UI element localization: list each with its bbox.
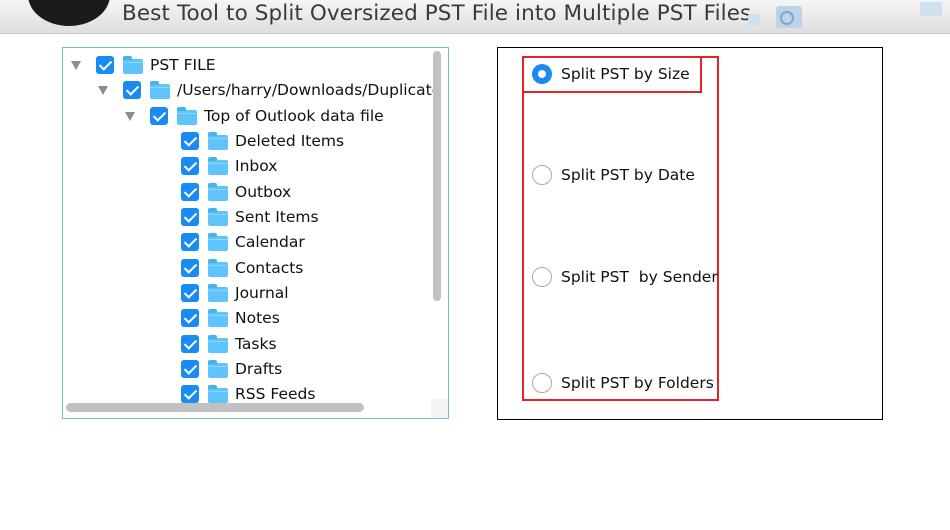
header-title: Best Tool to Split Oversized PST File in… — [122, 1, 752, 26]
folder-icon — [208, 359, 228, 378]
option-label: Split PST by Date — [561, 166, 695, 184]
tree-item-label: Deleted Items — [235, 132, 345, 150]
scroll-corner — [431, 399, 448, 418]
folder-icon — [208, 308, 228, 327]
vertical-scroll-thumb[interactable] — [433, 51, 441, 301]
tree-row-journal[interactable]: Journal — [181, 281, 289, 305]
folder-icon — [208, 232, 228, 251]
tree-row-top-of-outlook[interactable]: Top of Outlook data file — [125, 104, 384, 128]
option-split-by-size[interactable]: Split PST by Size — [532, 62, 690, 86]
triangle-down-icon[interactable] — [125, 111, 135, 121]
options-highlight-frame — [522, 56, 719, 401]
folder-icon — [208, 258, 228, 277]
option-label: Split PST by Folders — [561, 374, 714, 392]
tree-checkbox[interactable] — [150, 107, 168, 125]
tree-item-label: Sent Items — [235, 208, 319, 226]
tree-item-label: PST FILE — [150, 56, 216, 74]
radio-button[interactable] — [532, 267, 552, 287]
tree-item-label: Notes — [235, 309, 280, 327]
tree-row-deleted-items[interactable]: Deleted Items — [181, 129, 344, 153]
option-split-by-date[interactable]: Split PST by Date — [532, 163, 695, 187]
decor-square-icon — [920, 2, 942, 16]
folder-icon — [208, 131, 228, 150]
tree-item-label: /Users/harry/Downloads/Duplicate — [177, 81, 442, 99]
tree-checkbox[interactable] — [181, 284, 199, 302]
triangle-down-icon[interactable] — [98, 85, 108, 95]
tree-row-drafts[interactable]: Drafts — [181, 357, 282, 381]
vertical-scrollbar[interactable] — [431, 51, 442, 397]
folder-icon — [177, 106, 197, 125]
tree-checkbox[interactable] — [181, 233, 199, 251]
decor-square-icon — [748, 14, 760, 26]
app-logo-icon — [28, 0, 110, 26]
folder-tree-panel[interactable]: PST FILE /Users/harry/Downloads/Duplicat… — [62, 47, 449, 419]
tree-checkbox[interactable] — [123, 81, 141, 99]
option-split-by-folders[interactable]: Split PST by Folders — [532, 371, 714, 395]
split-options-panel: Split PST by Size Split PST by Date Spli… — [497, 47, 883, 420]
tree-item-label: Outbox — [235, 183, 292, 201]
folder-icon — [208, 156, 228, 175]
folder-icon — [150, 80, 170, 99]
radio-button-selected[interactable] — [532, 64, 552, 84]
option-label: Split PST by Sender — [561, 268, 718, 286]
folder-icon — [208, 182, 228, 201]
folder-icon — [208, 283, 228, 302]
tree-checkbox[interactable] — [181, 259, 199, 277]
tree-item-label: Inbox — [235, 157, 278, 175]
tree-row-sent-items[interactable]: Sent Items — [181, 205, 319, 229]
horizontal-scrollbar[interactable] — [65, 401, 429, 413]
radio-button[interactable] — [532, 373, 552, 393]
triangle-down-icon[interactable] — [71, 60, 81, 70]
app-header: Best Tool to Split Oversized PST File in… — [0, 0, 950, 34]
tree-row-notes[interactable]: Notes — [181, 306, 280, 330]
tree-item-label: Drafts — [235, 360, 283, 378]
option-label: Split PST by Size — [561, 65, 690, 83]
tree-checkbox[interactable] — [181, 309, 199, 327]
option-split-by-sender[interactable]: Split PST by Sender — [532, 265, 718, 289]
tree-item-label: Top of Outlook data file — [204, 107, 384, 125]
tree-row-tasks[interactable]: Tasks — [181, 332, 277, 356]
folder-icon — [208, 207, 228, 226]
radio-button[interactable] — [532, 165, 552, 185]
tree-checkbox[interactable] — [181, 132, 199, 150]
tree-item-label: Journal — [235, 284, 289, 302]
tree-item-label: Tasks — [235, 335, 277, 353]
tree-item-label: Calendar — [235, 233, 305, 251]
tree-checkbox[interactable] — [181, 208, 199, 226]
tree-row-path[interactable]: /Users/harry/Downloads/Duplicate — [98, 78, 441, 102]
tree-checkbox[interactable] — [181, 183, 199, 201]
tree-checkbox[interactable] — [181, 157, 199, 175]
outlook-icon — [776, 6, 802, 28]
tree-checkbox[interactable] — [181, 335, 199, 353]
tree-row-contacts[interactable]: Contacts — [181, 256, 303, 280]
tree-row-outbox[interactable]: Outbox — [181, 180, 291, 204]
tree-row-pst-file[interactable]: PST FILE — [71, 53, 216, 77]
folder-icon — [208, 334, 228, 353]
tree-checkbox[interactable] — [181, 360, 199, 378]
folder-icon — [123, 55, 143, 74]
tree-row-inbox[interactable]: Inbox — [181, 154, 277, 178]
tree-row-calendar[interactable]: Calendar — [181, 230, 305, 254]
tree-checkbox[interactable] — [96, 56, 114, 74]
tree-item-label: Contacts — [235, 259, 304, 277]
horizontal-scroll-thumb[interactable] — [66, 403, 364, 412]
